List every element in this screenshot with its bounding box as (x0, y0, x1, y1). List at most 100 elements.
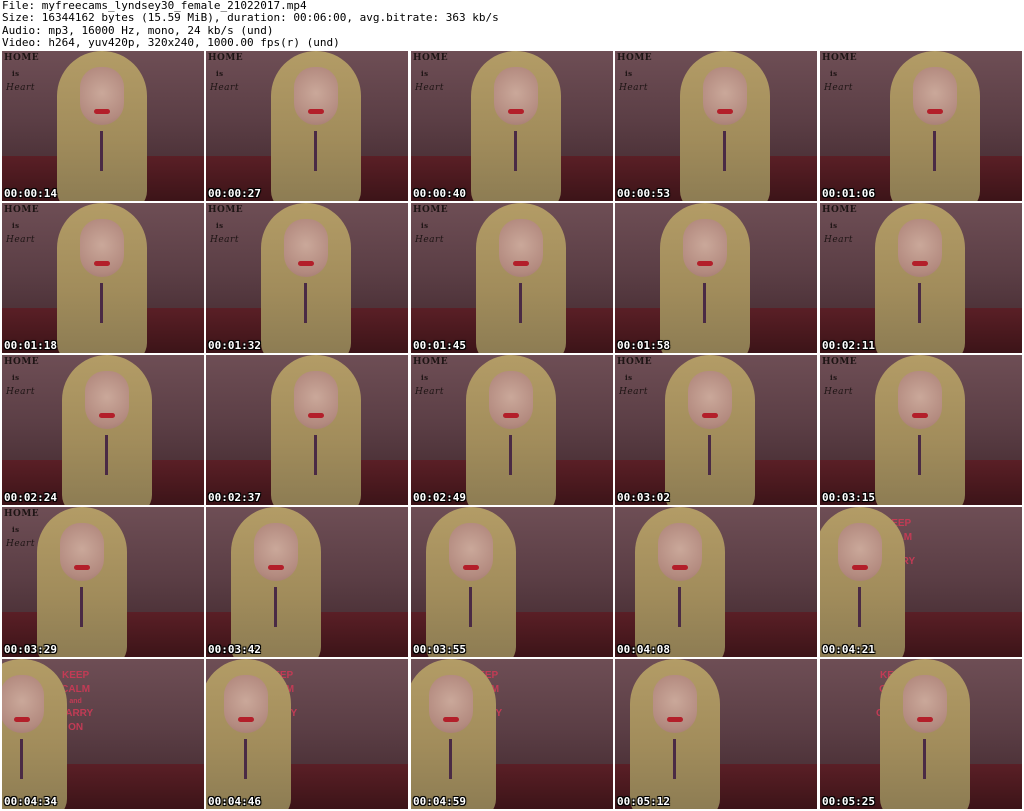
person-face (80, 219, 124, 277)
person-face (838, 523, 882, 581)
wall-sign-text: HOME (4, 53, 40, 63)
wall-sign-text: Heart (6, 539, 35, 549)
wall-sign-text: HOME (413, 53, 449, 63)
video-thumbnail: HOME is Heart 00:03:02 (615, 355, 817, 505)
wall-sign-text: is (625, 373, 633, 382)
choker-ribbon (519, 283, 522, 323)
thumbnail-timestamp: 00:05:12 (617, 795, 670, 808)
person-lips (702, 413, 718, 418)
wall-sign-text: Heart (415, 235, 444, 245)
wall-sign-text: is (830, 373, 838, 382)
choker-ribbon (933, 131, 936, 171)
wall-sign-text: is (216, 221, 224, 230)
wall-sign-text: Heart (415, 83, 444, 93)
person-face (85, 371, 129, 429)
video-thumbnail: HOME is Heart 00:03:29 (2, 507, 204, 657)
thumbnail-timestamp: 00:04:59 (413, 795, 466, 808)
video-thumbnail: KEEP CALM and CARRY ON 00:04:34 (2, 659, 204, 809)
person-lips (268, 565, 284, 570)
person-lips (308, 413, 324, 418)
wall-sign-text: HOME (822, 205, 858, 215)
wall-sign-text: Heart (619, 83, 648, 93)
person-face (658, 523, 702, 581)
thumbnail-timestamp: 00:02:11 (822, 339, 875, 352)
person-face (653, 675, 697, 733)
thumbnail-timestamp: 00:00:27 (208, 187, 261, 200)
wall-sign-text: Heart (210, 235, 239, 245)
person-face (683, 219, 727, 277)
person-lips (238, 717, 254, 722)
choker-ribbon (514, 131, 517, 171)
choker-ribbon (673, 739, 676, 779)
person-lips (99, 413, 115, 418)
thumbnail-timestamp: 00:02:24 (4, 491, 57, 504)
wall-sign-text: HOME (617, 53, 653, 63)
wall-sign-text: is (216, 69, 224, 78)
wall-sign-text: Heart (824, 235, 853, 245)
person-face (224, 675, 268, 733)
thumbnail-timestamp: 00:04:08 (617, 643, 670, 656)
person-lips (697, 261, 713, 266)
person-lips (94, 109, 110, 114)
thumbnail-timestamp: 00:01:45 (413, 339, 466, 352)
thumbnail-timestamp: 00:04:21 (822, 643, 875, 656)
wall-sign-text: HOME (208, 205, 244, 215)
choker-ribbon (314, 435, 317, 475)
wall-sign-text: HOME (4, 509, 40, 519)
video-thumbnail: 00:03:55 (411, 507, 613, 657)
person-face (2, 675, 44, 733)
choker-ribbon (449, 739, 452, 779)
person-lips (717, 109, 733, 114)
person-face (294, 67, 338, 125)
person-face (898, 219, 942, 277)
video-thumbnail: HOME is Heart 00:02:24 (2, 355, 204, 505)
choker-ribbon (703, 283, 706, 323)
wall-sign-text: HOME (822, 357, 858, 367)
choker-ribbon (105, 435, 108, 475)
video-thumbnail: KEEPCALMandCARRYON00:05:25 (820, 659, 1022, 809)
wall-sign-text: is (830, 221, 838, 230)
video-thumbnail: 00:02:37 (206, 355, 408, 505)
person-lips (74, 565, 90, 570)
wall-sign-text: HOME (822, 53, 858, 63)
thumbnail-timestamp: 00:03:42 (208, 643, 261, 656)
choker-ribbon (708, 435, 711, 475)
person-face (898, 371, 942, 429)
person-lips (667, 717, 683, 722)
wall-sign-text: HOME (413, 357, 449, 367)
person-lips (508, 109, 524, 114)
person-lips (298, 261, 314, 266)
person-lips (463, 565, 479, 570)
person-face (254, 523, 298, 581)
wall-sign-text: Heart (415, 387, 444, 397)
video-thumbnail: HOME is Heart 00:01:32 (206, 203, 408, 353)
person-face (688, 371, 732, 429)
file-size-line: Size: 16344162 bytes (15.59 MiB), durati… (2, 11, 499, 25)
video-thumbnail: HOME is Heart 00:00:27 (206, 51, 408, 201)
person-face (703, 67, 747, 125)
thumbnail-timestamp: 00:00:40 (413, 187, 466, 200)
thumbnail-timestamp: 00:02:49 (413, 491, 466, 504)
thumbnail-timestamp: 00:04:46 (208, 795, 261, 808)
person-lips (513, 261, 529, 266)
video-thumbnail: HOME is Heart 00:01:18 (2, 203, 204, 353)
file-info-header: File: myfreecams_lyndsey30_female_210220… (2, 0, 499, 49)
choker-ribbon (918, 435, 921, 475)
wall-sign-text: is (12, 525, 20, 534)
choker-ribbon (923, 739, 926, 779)
person-lips (308, 109, 324, 114)
thumbnail-timestamp: 00:03:02 (617, 491, 670, 504)
choker-ribbon (509, 435, 512, 475)
choker-ribbon (100, 131, 103, 171)
thumbnail-timestamp: 00:04:34 (4, 795, 57, 808)
wall-sign-text: is (12, 221, 20, 230)
wall-sign-text: HOME (4, 205, 40, 215)
person-face (294, 371, 338, 429)
person-face (903, 675, 947, 733)
wall-sign-text: Heart (824, 83, 853, 93)
wall-sign-text: Heart (6, 387, 35, 397)
thumbnail-timestamp: 00:03:15 (822, 491, 875, 504)
video-thumbnail: KEEPCALMandCARRYON00:05:12 (615, 659, 817, 809)
choker-ribbon (100, 283, 103, 323)
person-lips (14, 717, 30, 722)
